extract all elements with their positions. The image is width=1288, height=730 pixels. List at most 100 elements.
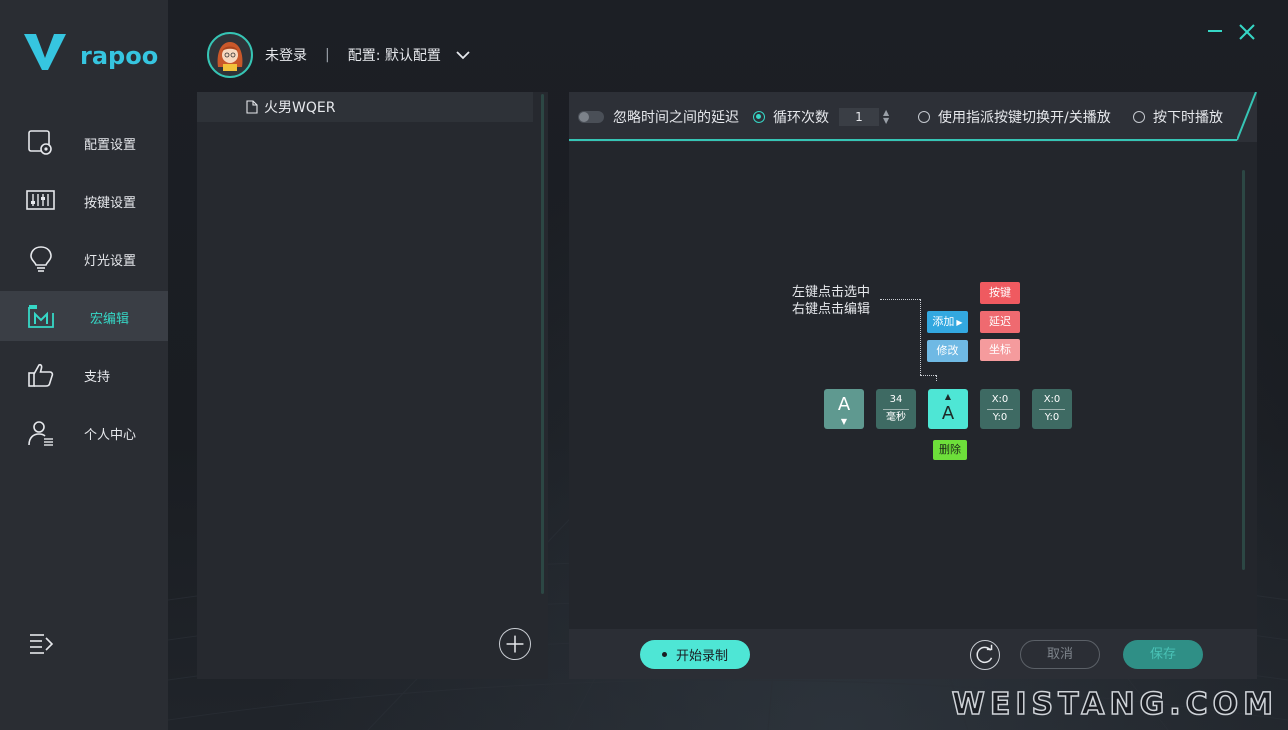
delay-node[interactable]: 34 毫秒	[876, 389, 916, 429]
cancel-button[interactable]: 取消	[1020, 640, 1100, 669]
delete-button[interactable]: 删除	[933, 440, 967, 460]
start-record-button[interactable]: 开始录制	[640, 640, 750, 669]
macro-list-panel: 火男WQER	[197, 92, 548, 679]
coord-y: Y:0	[1044, 412, 1060, 423]
delay-unit: 毫秒	[886, 412, 906, 423]
hint-connector	[880, 299, 920, 300]
coord-x: X:0	[991, 394, 1009, 405]
ignore-delay-label: 忽略时间之间的延迟	[613, 110, 739, 126]
options-bar-accent	[569, 139, 1237, 141]
macro-editor-panel: 忽略时间之间的延迟 循环次数 1 ▲ ▼ 使用指派按键切换开/关播放 按下时播放…	[569, 92, 1257, 679]
toggle-play-radio[interactable]	[918, 111, 930, 123]
hint-connector	[920, 299, 921, 375]
sidebar-item-label: 配置设置	[84, 138, 137, 153]
options-bar: 忽略时间之间的延迟 循环次数 1 ▲ ▼ 使用指派按键切换开/关播放 按下时播放	[569, 92, 1257, 142]
avatar[interactable]	[207, 32, 253, 78]
sidebar-item-config[interactable]: 配置设置	[0, 117, 168, 167]
sidebar-item-user-center[interactable]: 个人中心	[0, 407, 168, 457]
avatar-girl-icon	[217, 42, 243, 71]
arrow-down-icon: ▼	[840, 417, 848, 426]
hint-connector	[920, 375, 936, 376]
hint-right-click: 右键点击编辑	[792, 302, 871, 317]
macro-edit-icon	[28, 305, 54, 328]
login-status[interactable]: 未登录	[265, 45, 307, 65]
loop-count-input[interactable]: 1	[839, 108, 879, 126]
node-divider	[1039, 409, 1065, 410]
brand-name: rapoo	[80, 42, 159, 70]
ignore-delay-option[interactable]: 忽略时间之间的延迟	[578, 107, 739, 127]
coord-node[interactable]: X:0 Y:0	[980, 389, 1020, 429]
toggle-play-label: 使用指派按键切换开/关播放	[938, 110, 1111, 126]
submenu-delay-item[interactable]: 延迟	[980, 311, 1020, 333]
sidebar-item-support[interactable]: 支持	[0, 349, 168, 399]
sidebar: rapoo 配置设置 按键设置 灯光设置 宏编辑 支持 个人中心	[0, 0, 168, 730]
file-icon	[246, 100, 258, 114]
sidebar-item-macro[interactable]: 宏编辑	[0, 291, 168, 341]
stepper-down-icon[interactable]: ▼	[883, 117, 889, 125]
hold-play-label: 按下时播放	[1153, 110, 1223, 126]
hold-play-radio[interactable]	[1133, 111, 1145, 123]
submenu-key-label: 按键	[989, 286, 1011, 299]
close-icon[interactable]	[1237, 22, 1257, 42]
delete-label: 删除	[939, 443, 961, 456]
delay-value: 34	[889, 394, 903, 405]
coord-x: X:0	[1043, 394, 1061, 405]
watermark: WEISTANG.COM	[951, 686, 1278, 723]
key-settings-icon	[26, 190, 55, 210]
node-divider	[987, 409, 1013, 410]
save-label: 保存	[1149, 647, 1176, 662]
loop-count-radio[interactable]	[753, 111, 765, 123]
hint-left-click: 左键点击选中	[792, 285, 871, 300]
key-down-node[interactable]: A ▼	[824, 389, 864, 429]
scrollbar[interactable]	[1242, 170, 1245, 570]
node-divider	[883, 409, 909, 410]
loop-count-option[interactable]: 循环次数 1 ▲ ▼	[753, 107, 889, 127]
hold-play-option[interactable]: 按下时播放	[1133, 107, 1223, 127]
thumbs-up-icon	[28, 363, 54, 387]
submenu-coord-item[interactable]: 坐标	[980, 339, 1020, 361]
arrow-up-icon: ▲	[944, 392, 952, 401]
coord-node[interactable]: X:0 Y:0	[1032, 389, 1072, 429]
refresh-button[interactable]	[970, 640, 1000, 670]
submenu-coord-label: 坐标	[989, 343, 1011, 356]
add-label: 添加	[932, 315, 955, 328]
sidebar-item-lighting[interactable]: 灯光设置	[0, 233, 168, 283]
loop-count-label: 循环次数	[773, 110, 829, 126]
key-up-node[interactable]: ▲ A	[928, 389, 968, 429]
lighting-bulb-icon	[30, 246, 52, 272]
options-bar-slant	[1237, 92, 1257, 141]
minimize-icon[interactable]	[1205, 22, 1225, 42]
sidebar-item-keys[interactable]: 按键设置	[0, 175, 168, 225]
sidebar-item-label: 个人中心	[84, 428, 137, 443]
ignore-delay-toggle[interactable]	[578, 111, 604, 123]
submenu-delay-label: 延迟	[989, 315, 1011, 328]
scrollbar[interactable]	[541, 94, 544, 594]
modify-menu-item[interactable]: 修改	[927, 340, 968, 362]
user-header: 未登录 | 配置: 默认配置	[207, 32, 471, 78]
toggle-play-option[interactable]: 使用指派按键切换开/关播放	[918, 107, 1111, 127]
macro-canvas[interactable]: 左键点击选中 右键点击编辑 添加▶ 修改 按键 延迟 坐标 A ▼ 34 毫秒	[569, 142, 1257, 629]
loop-count-stepper[interactable]: ▲ ▼	[883, 109, 889, 125]
profile-label: 配置: 默认配置	[347, 48, 441, 64]
sidebar-item-label: 支持	[84, 370, 111, 385]
user-center-icon	[28, 421, 53, 446]
sidebar-item-label: 按键设置	[84, 196, 137, 211]
sidebar-item-label: 灯光设置	[84, 254, 137, 269]
node-key: A	[837, 394, 851, 415]
chevron-down-icon	[456, 51, 470, 60]
list-item[interactable]: 火男WQER	[197, 92, 533, 122]
hint-connector	[936, 375, 937, 381]
config-settings-icon	[28, 130, 52, 155]
profile-selector[interactable]: 配置: 默认配置	[348, 45, 471, 65]
collapse-menu-icon[interactable]	[28, 632, 54, 654]
add-menu-item[interactable]: 添加 ▶	[927, 311, 968, 333]
submenu-key-item[interactable]: 按键	[980, 282, 1020, 304]
coord-y: Y:0	[992, 412, 1008, 423]
record-dot-icon	[661, 652, 667, 657]
modify-label: 修改	[936, 344, 959, 357]
add-macro-button[interactable]	[499, 628, 531, 660]
save-button[interactable]: 保存	[1123, 640, 1203, 669]
record-label: 开始录制	[675, 649, 728, 664]
header-separator: |	[325, 47, 330, 63]
brand-logo: rapoo	[24, 34, 158, 70]
